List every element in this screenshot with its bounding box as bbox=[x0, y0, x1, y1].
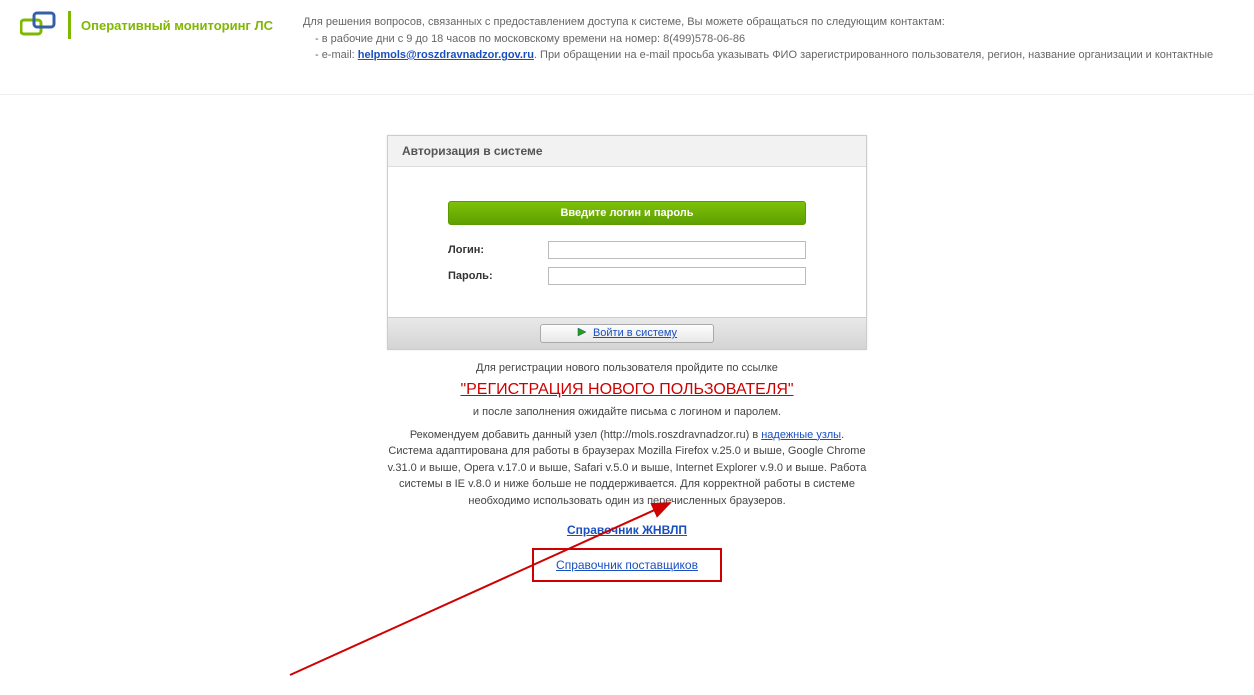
panel-footer: Войти в систему bbox=[388, 317, 866, 349]
contact-email-line: - e-mail: helpmols@roszdravnadzor.gov.ru… bbox=[315, 47, 1213, 64]
contact-email-prefix: - e-mail: bbox=[315, 49, 358, 61]
contact-phone: - в рабочие дни с 9 до 18 часов по моско… bbox=[315, 31, 1213, 48]
zhnvlp-link[interactable]: Справочник ЖНВЛП bbox=[567, 521, 687, 539]
password-label: Пароль: bbox=[448, 270, 548, 282]
suppliers-link[interactable]: Справочник поставщиков bbox=[556, 558, 698, 572]
registration-link[interactable]: "РЕГИСТРАЦИЯ НОВОГО ПОЛЬЗОВАТЕЛЯ" bbox=[460, 378, 793, 402]
reg-intro: Для регистрации нового пользователя прой… bbox=[387, 360, 867, 377]
reg-outro: и после заполнения ожидайте письма с лог… bbox=[387, 404, 867, 421]
trusted-nodes-link[interactable]: надежные узлы bbox=[761, 429, 841, 441]
password-input[interactable] bbox=[548, 267, 806, 285]
contact-intro: Для решения вопросов, связанных с предос… bbox=[303, 14, 1213, 31]
auth-panel: Авторизация в системе Введите логин и па… bbox=[387, 135, 867, 350]
panel-title: Авторизация в системе bbox=[388, 136, 866, 167]
suppliers-link-box: Справочник поставщиков bbox=[532, 548, 722, 583]
header: Оперативный мониторинг ЛС Для решения во… bbox=[0, 0, 1254, 95]
browsers-info: Система адаптирована для работы в браузе… bbox=[387, 443, 867, 509]
login-input[interactable] bbox=[548, 241, 806, 259]
logo-divider bbox=[68, 11, 71, 39]
logo-block: Оперативный мониторинг ЛС bbox=[20, 10, 273, 40]
login-button-label: Войти в систему bbox=[593, 327, 677, 339]
recommend-post: . bbox=[841, 429, 844, 441]
contact-email-link[interactable]: helpmols@roszdravnadzor.gov.ru bbox=[358, 49, 534, 61]
play-icon bbox=[577, 327, 587, 340]
recommend-pre: Рекомендуем добавить данный узел (http:/… bbox=[410, 429, 761, 441]
contact-email-suffix: . При обращении на e-mail просьба указыв… bbox=[534, 49, 1213, 61]
login-label: Логин: bbox=[448, 244, 548, 256]
login-button[interactable]: Войти в систему bbox=[540, 324, 714, 343]
logo-icon bbox=[20, 10, 56, 40]
app-title: Оперативный мониторинг ЛС bbox=[81, 18, 273, 33]
login-prompt: Введите логин и пароль bbox=[448, 201, 806, 225]
info-block: Для регистрации нового пользователя прой… bbox=[387, 360, 867, 583]
contact-block: Для решения вопросов, связанных с предос… bbox=[303, 10, 1213, 64]
